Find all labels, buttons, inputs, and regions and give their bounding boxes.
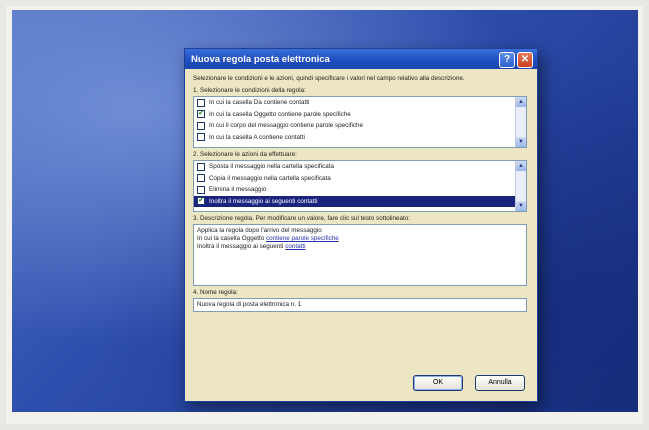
help-icon[interactable]: ? <box>499 52 515 68</box>
condition-checkbox[interactable] <box>197 98 205 107</box>
scroll-up-icon[interactable]: ▲ <box>516 161 526 171</box>
actions-scrollbar[interactable]: ▲ ▼ <box>515 161 526 211</box>
rule-name-input[interactable]: Nuova regola di posta elettronica n. 1 <box>193 298 527 312</box>
actions-list[interactable]: Sposta il messaggio nella cartella speci… <box>193 160 527 212</box>
condition-label: In cui la casella Da contiene contatti <box>209 99 310 107</box>
condition-checkbox[interactable] <box>197 121 205 130</box>
condition-label: In cui il corpo del messaggio contiene p… <box>209 122 364 130</box>
title-bar[interactable]: Nuova regola posta elettronica ? ✕ <box>185 49 537 69</box>
new-mail-rule-dialog: Nuova regola posta elettronica ? ✕ Selez… <box>184 48 538 402</box>
description-label: 3. Descrizione regola. Per modificare un… <box>193 215 410 222</box>
conditions-scrollbar[interactable]: ▲ ▼ <box>515 97 526 147</box>
action-item-selected[interactable]: ✔ Inoltra il messaggio ai seguenti conta… <box>194 195 526 207</box>
scroll-up-icon[interactable]: ▲ <box>516 97 526 107</box>
action-label: Elimina il messaggio <box>209 186 267 194</box>
actions-label: 2. Selezionare le azioni da effettuare: <box>193 151 297 158</box>
intro-text: Selezionare le condizioni e le azioni, q… <box>193 75 465 82</box>
contacts-link[interactable]: contatti <box>285 243 305 250</box>
rule-name-label: 4. Nome regola: <box>193 289 238 296</box>
action-label: Sposta il messaggio nella cartella speci… <box>209 163 334 171</box>
condition-label: In cui la casella Oggetto contiene parol… <box>209 110 351 118</box>
dialog-content: Selezionare le condizioni e le azioni, q… <box>185 69 537 312</box>
keywords-link[interactable]: contiene parole specifiche <box>266 235 339 242</box>
scroll-down-icon[interactable]: ▼ <box>516 201 526 211</box>
condition-item[interactable]: In cui il corpo del messaggio contiene p… <box>194 120 526 132</box>
description-text: Inoltra il messaggio ai seguenti <box>197 243 286 250</box>
action-item[interactable]: Copia il messaggio nella cartella specif… <box>194 173 526 185</box>
condition-checkbox[interactable]: ✔ <box>197 110 205 119</box>
condition-item[interactable]: In cui la casella Da contiene contatti <box>194 97 526 109</box>
dialog-title: Nuova regola posta elettronica <box>191 53 330 65</box>
conditions-label: 1. Selezionare le condizioni della regol… <box>193 87 306 94</box>
conditions-list[interactable]: In cui la casella Da contiene contatti ✔… <box>193 96 527 148</box>
action-checkbox[interactable] <box>197 185 205 194</box>
description-line: Inoltra il messaggio ai seguenti contatt… <box>197 243 523 251</box>
action-item[interactable]: Sposta il messaggio nella cartella speci… <box>194 161 526 173</box>
condition-checkbox[interactable] <box>197 133 205 142</box>
dialog-buttons: OK Annulla <box>413 375 525 391</box>
description-line: In cui la casella Oggetto contiene parol… <box>197 235 523 243</box>
description-line: Applica la regola dopo l'arrivo del mess… <box>197 227 322 234</box>
ok-button[interactable]: OK <box>413 375 463 391</box>
condition-item[interactable]: ✔ In cui la casella Oggetto contiene par… <box>194 109 526 121</box>
condition-label: In cui la casella A contiene contatti <box>209 133 305 141</box>
condition-item[interactable]: In cui la casella A contiene contatti <box>194 132 526 144</box>
action-checkbox[interactable]: ✔ <box>197 197 205 206</box>
cancel-button[interactable]: Annulla <box>475 375 525 391</box>
scroll-down-icon[interactable]: ▼ <box>516 137 526 147</box>
action-label: Inoltra il messaggio ai seguenti contatt… <box>209 197 318 205</box>
action-checkbox[interactable] <box>197 162 205 171</box>
desktop-background: Nuova regola posta elettronica ? ✕ Selez… <box>12 10 638 412</box>
action-label: Copia il messaggio nella cartella specif… <box>209 174 331 182</box>
description-text: In cui la casella Oggetto <box>197 235 266 242</box>
action-checkbox[interactable] <box>197 174 205 183</box>
rule-description-box: Applica la regola dopo l'arrivo del mess… <box>193 224 527 286</box>
close-icon[interactable]: ✕ <box>517 52 533 68</box>
action-item[interactable]: Elimina il messaggio <box>194 184 526 196</box>
